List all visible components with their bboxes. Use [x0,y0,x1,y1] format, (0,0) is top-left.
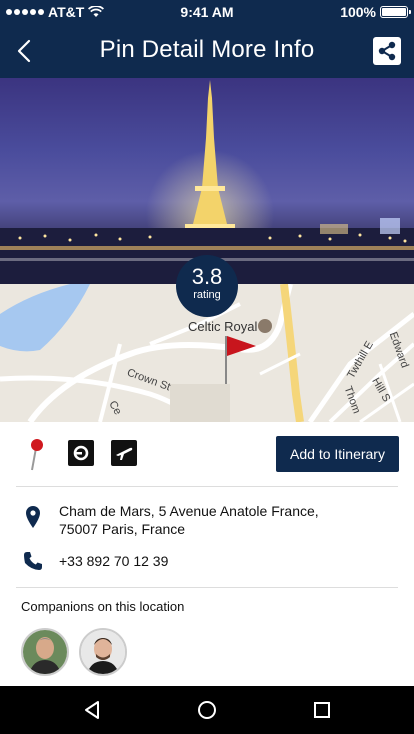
address-text: Cham de Mars, 5 Avenue Anatole France, 7… [59,502,359,538]
add-to-itinerary-button[interactable]: Add to Itinerary [276,436,399,472]
phone-row[interactable]: +33 892 70 12 39 [0,551,414,573]
battery-percent: 100% [340,4,376,20]
avatar[interactable] [21,628,69,676]
rating-badge: 3.8 rating [176,255,238,317]
divider [16,587,398,588]
avatar[interactable] [79,628,127,676]
battery-icon [380,6,411,18]
rating-value: 3.8 [191,264,223,289]
hotel-icon [258,319,272,333]
pin-icon[interactable] [26,438,46,472]
map-poi-label: Celtic Royal [188,319,258,334]
nav-home-icon[interactable] [195,698,219,722]
location-pin-icon [26,506,40,528]
rating-label: rating [193,289,221,301]
app-header: AT&T 9:41 AM 100% Pin Detail More Info [0,0,414,78]
phone-number[interactable]: +33 892 70 12 39 [59,553,168,569]
eiffel-tower-illustration [0,80,414,284]
address-line-2: 75007 Paris, France [59,521,186,537]
nav-bar: Pin Detail More Info [0,26,414,76]
divider [16,486,398,487]
system-nav-bar [0,686,414,734]
actions-row: Add to Itinerary [0,422,414,486]
address-line-1: Cham de Mars, 5 Avenue Anatole France, [59,503,319,519]
uber-icon[interactable] [68,440,94,466]
share-icon [378,41,396,61]
nav-back-icon[interactable] [80,698,104,722]
nav-recents-icon[interactable] [310,698,334,722]
companion-photo [23,630,67,674]
share-button[interactable] [373,37,401,65]
companion-photo [81,630,125,674]
flag-marker-icon[interactable] [222,334,258,386]
flight-icon[interactable] [111,440,137,466]
companions-title: Companions on this location [21,599,185,614]
status-bar: AT&T 9:41 AM 100% [0,0,414,24]
page-title: Pin Detail More Info [99,36,315,63]
hero-image-eiffel-tower [0,78,414,284]
status-right: 100% [340,4,411,20]
phone-icon [24,552,42,570]
